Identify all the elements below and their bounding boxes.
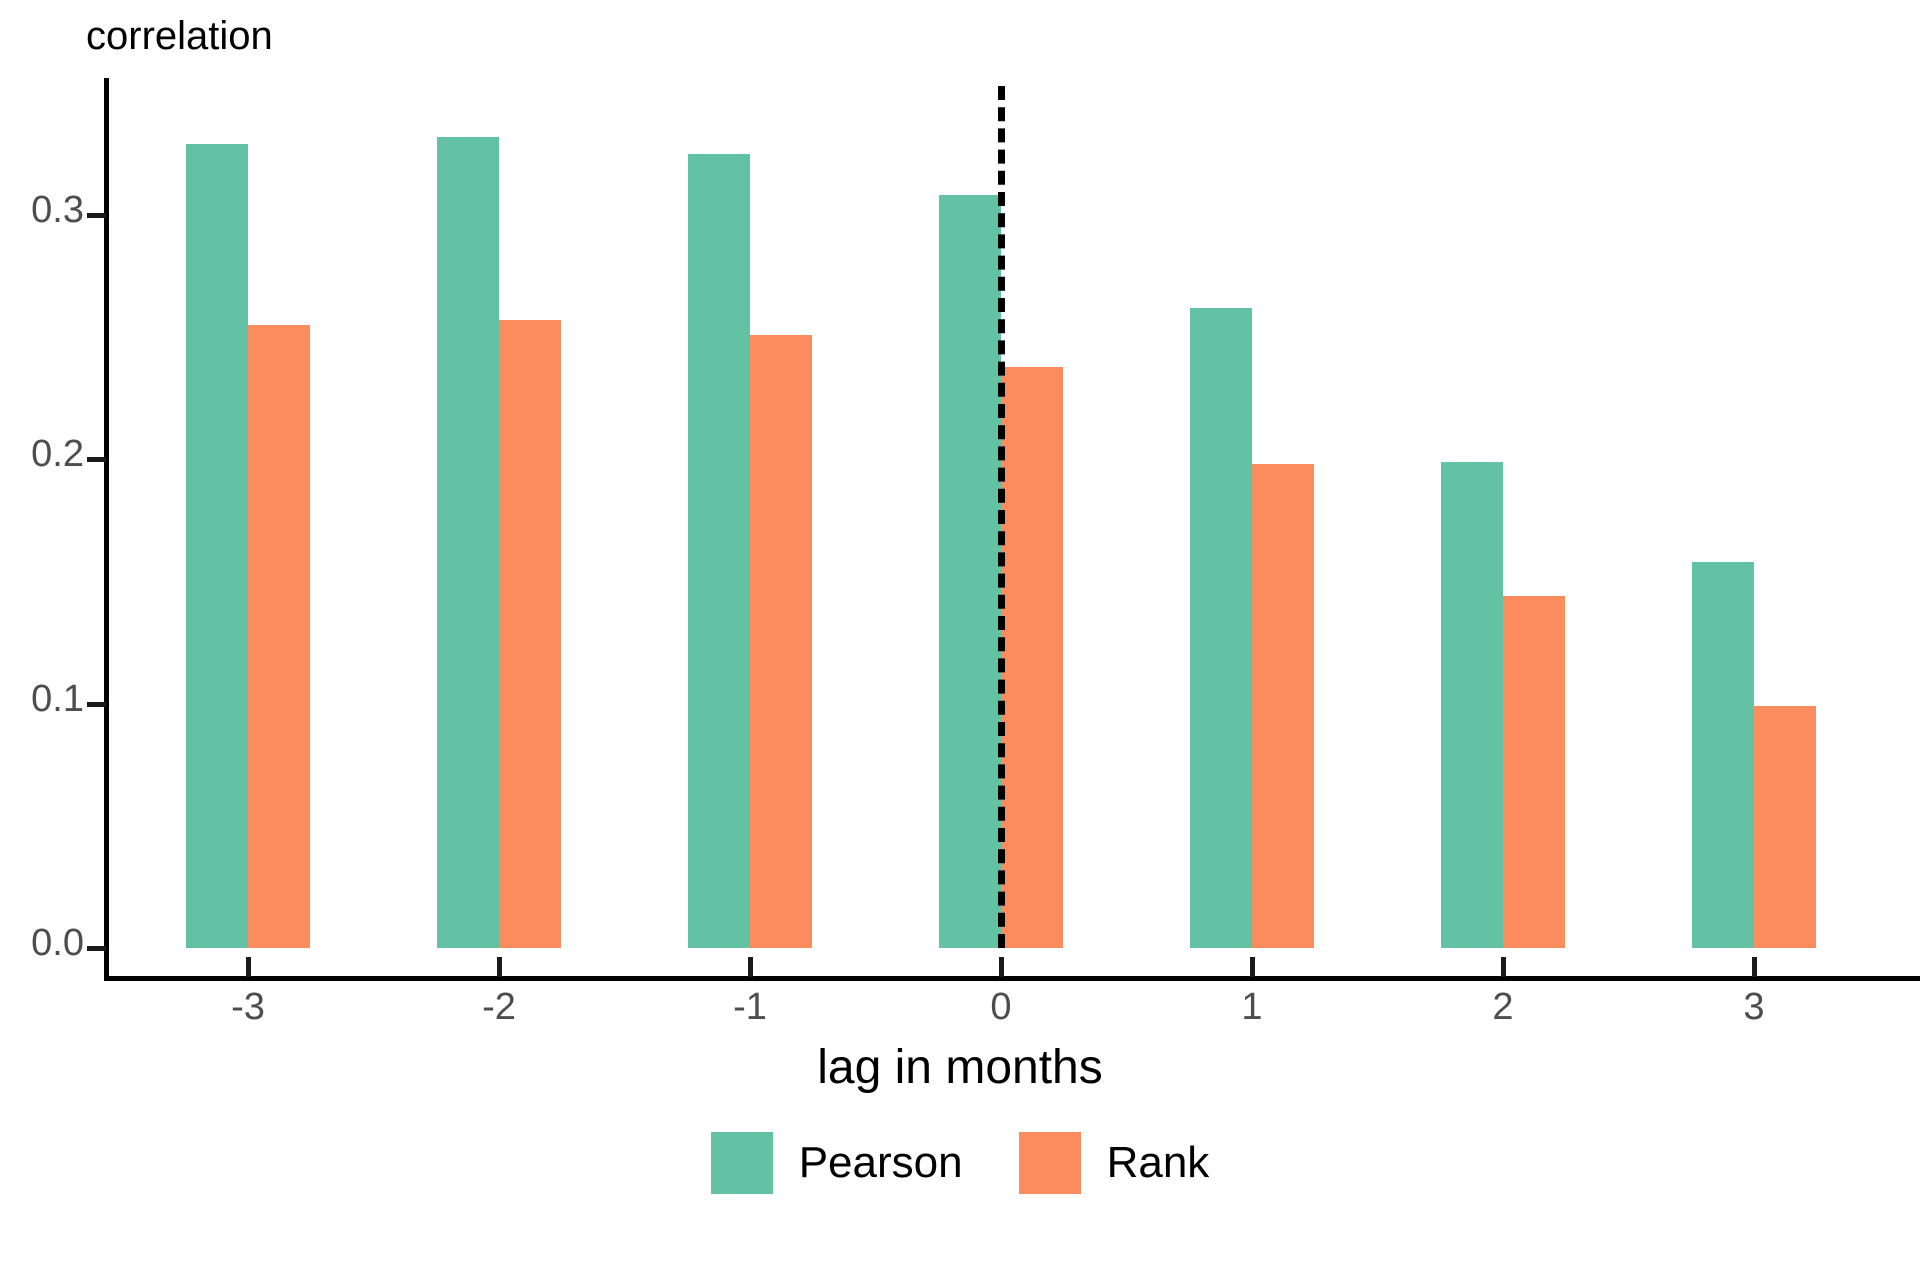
x-axis-line	[104, 976, 1920, 981]
bar-pearson-2	[1441, 461, 1503, 948]
x-tick-label: 0	[990, 986, 1012, 1028]
x-tick-mark	[1250, 957, 1255, 977]
x-tick-mark	[1752, 957, 1757, 977]
x-tick-label: 2	[1492, 986, 1514, 1028]
bar-rank-0	[1001, 366, 1063, 948]
bar-pearson--2	[437, 136, 499, 948]
x-axis-title: lag in months	[817, 1041, 1103, 1094]
bar-rank--3	[248, 324, 310, 948]
bar-pearson-1	[1190, 307, 1252, 948]
zero-lag-reference-line	[998, 85, 1005, 948]
bar-pearson--1	[688, 153, 750, 948]
bar-pearson--3	[186, 144, 248, 948]
legend-entry-pearson[interactable]: Pearson	[710, 1132, 963, 1194]
bar-rank--2	[499, 320, 561, 948]
bar-pearson-0	[939, 195, 1001, 948]
x-tick-label: 3	[1743, 986, 1765, 1028]
x-tick-mark	[246, 957, 251, 977]
legend-entry-rank[interactable]: Rank	[1018, 1132, 1210, 1194]
x-tick-label: -1	[733, 986, 767, 1028]
x-tick-mark	[1501, 957, 1506, 977]
bar-rank-3	[1754, 706, 1816, 948]
legend-swatch-rank	[1018, 1132, 1081, 1194]
bar-rank-2	[1503, 596, 1565, 948]
x-tick-label: -3	[231, 986, 265, 1028]
bar-pearson-3	[1692, 561, 1754, 948]
chart-canvas: correlation 0.0 0.1 0.2 0.3 -3 -2 -1 0 1 2 3 lag …	[0, 0, 1920, 1280]
legend-label-pearson: Pearson	[798, 1138, 963, 1187]
x-tick-label: 1	[1241, 986, 1263, 1028]
x-tick-label: -2	[482, 986, 516, 1028]
legend-label-rank: Rank	[1106, 1138, 1210, 1187]
bars-layer	[0, 0, 1920, 948]
legend: Pearson Rank	[0, 1132, 1920, 1194]
legend-swatch-pearson	[710, 1132, 773, 1194]
x-tick-mark	[748, 957, 753, 977]
bar-rank--1	[750, 334, 812, 948]
x-tick-mark	[999, 957, 1004, 977]
x-tick-mark	[497, 957, 502, 977]
bar-rank-1	[1252, 464, 1314, 948]
